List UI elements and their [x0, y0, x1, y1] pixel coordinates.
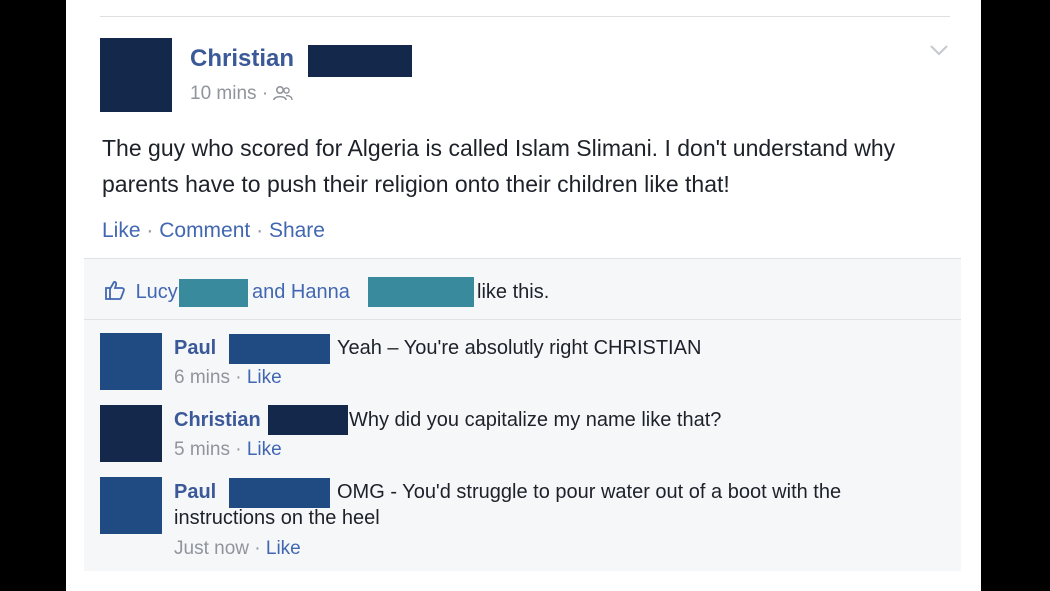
comment-meta: 6 mins · Like — [174, 366, 282, 390]
friends-icon[interactable] — [273, 85, 294, 102]
liker-name-1[interactable]: Lucy — [136, 281, 178, 303]
commenter-last-name-redaction — [229, 334, 330, 364]
author-name[interactable]: Christian — [190, 45, 294, 73]
comment-like-link[interactable]: Like — [266, 538, 301, 559]
like-link[interactable]: Like — [102, 219, 141, 242]
likes-divider — [84, 319, 961, 320]
post-text: The guy who scored for Algeria is called… — [102, 135, 896, 197]
post-top-divider — [100, 16, 950, 17]
comment-meta: 5 mins · Like — [174, 438, 282, 462]
comments-section: Lucy and Hanna like this. Paul Yeah – Yo… — [84, 258, 961, 571]
action-separator: · — [256, 219, 264, 242]
commenter-avatar[interactable] — [100, 333, 162, 390]
comment-link[interactable]: Comment — [159, 219, 250, 242]
liker-2-redaction — [368, 277, 474, 307]
commenter-avatar[interactable] — [100, 405, 162, 462]
comment-text: Why did you capitalize my name like that… — [349, 409, 722, 431]
meta-separator: · — [261, 83, 269, 104]
meta-separator: · — [235, 439, 242, 460]
post-meta: 10 mins · — [190, 82, 294, 106]
thumbs-up-icon[interactable] — [104, 279, 126, 301]
comment-meta: Just now · Like — [174, 537, 301, 561]
comment-like-link[interactable]: Like — [247, 367, 282, 388]
commenter-avatar[interactable] — [100, 477, 162, 534]
likes-summary: Lucy — [104, 279, 178, 305]
post-timestamp[interactable]: 10 mins — [190, 83, 257, 104]
post-actions: Like · Comment · Share — [102, 218, 325, 244]
share-link[interactable]: Share — [269, 219, 325, 242]
comment-text: Yeah – You're absolutly right CHRISTIAN — [337, 337, 702, 359]
comment-timestamp[interactable]: 5 mins — [174, 439, 230, 460]
comment-timestamp[interactable]: 6 mins — [174, 367, 230, 388]
commenter-last-name-redaction — [268, 405, 348, 435]
liker-1-redaction — [179, 279, 248, 307]
chevron-down-icon[interactable] — [928, 42, 950, 58]
likes-connector[interactable]: and Hanna — [252, 279, 350, 305]
action-separator: · — [146, 219, 154, 242]
comment-like-link[interactable]: Like — [247, 439, 282, 460]
author-avatar[interactable] — [100, 38, 172, 112]
meta-separator: · — [254, 538, 261, 559]
commenter-name[interactable]: Paul — [174, 335, 216, 361]
likes-suffix: like this. — [477, 281, 550, 303]
comment-timestamp[interactable]: Just now — [174, 538, 249, 559]
comment-text: OMG - You'd struggle to pour water out o… — [174, 481, 842, 529]
meta-separator: · — [235, 367, 242, 388]
facebook-post: Christian 10 mins · The guy who scored f… — [66, 0, 981, 591]
author-last-name-redaction — [308, 45, 412, 77]
commenter-name[interactable]: Christian — [174, 407, 261, 433]
